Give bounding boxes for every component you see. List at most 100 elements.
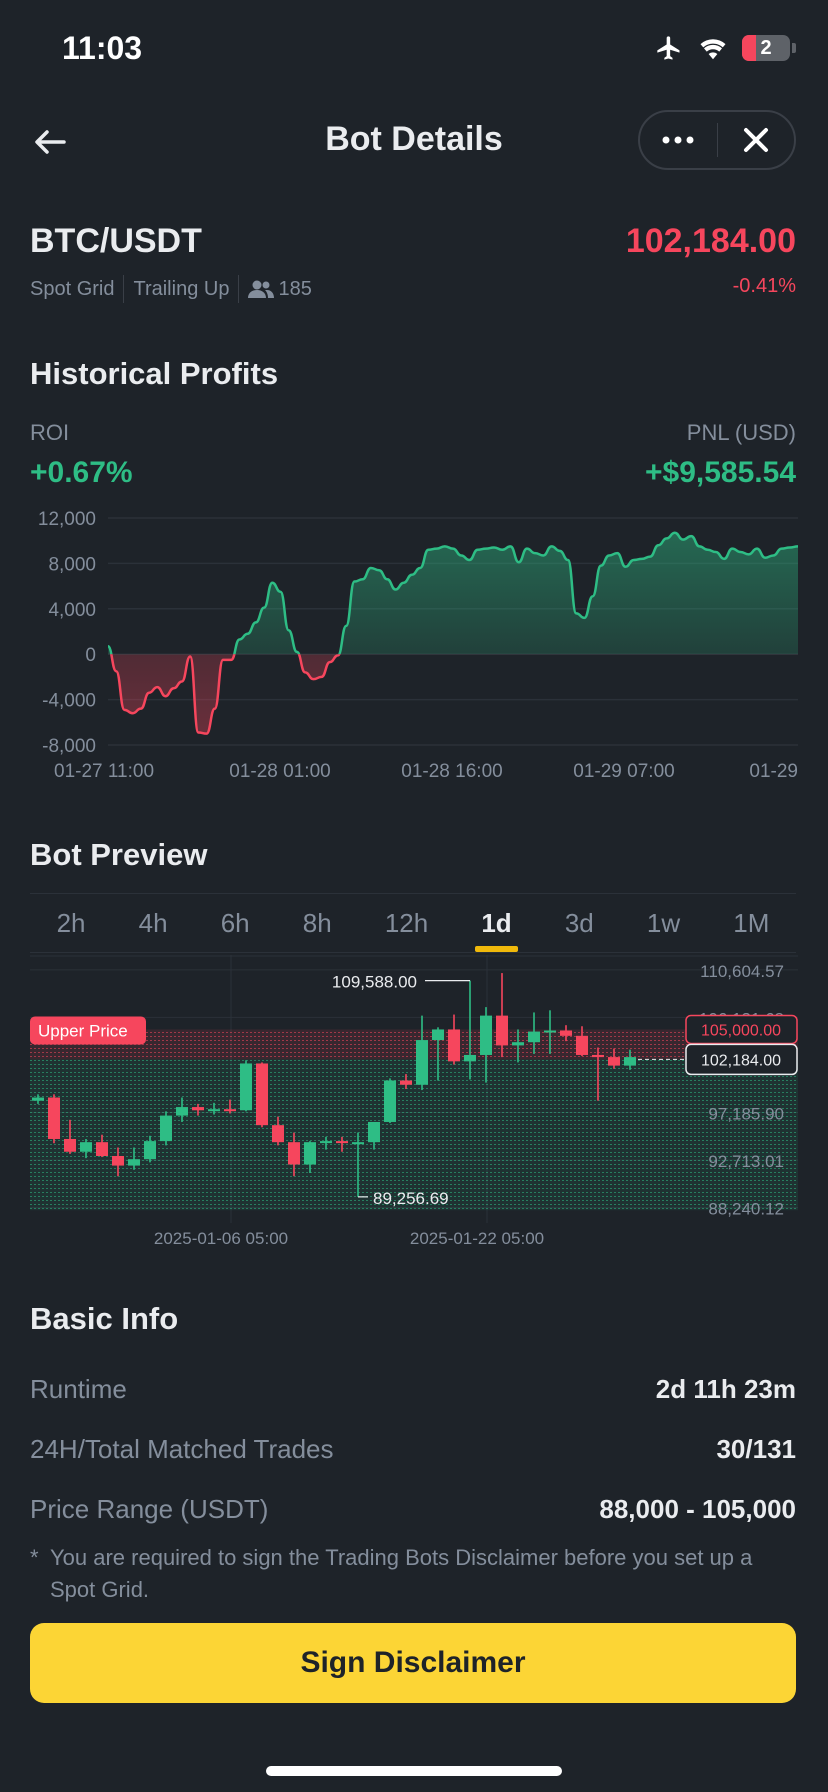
candle-body <box>176 1107 188 1116</box>
upper-price-label: Upper Price <box>38 1021 128 1040</box>
x-tick-label: 01-28 16:00 <box>401 761 502 782</box>
kline-y-label: 88,240.12 <box>708 1200 784 1219</box>
kline-y-label: 92,713.01 <box>708 1152 784 1171</box>
historical-profits-title: Historical Profits <box>30 356 279 391</box>
candle-body <box>208 1109 220 1112</box>
timeframe-tabs: 2h 4h 6h 8h 12h 1d 3d 1w 1M <box>30 893 796 953</box>
candle-body <box>432 1029 444 1041</box>
candle-body <box>48 1097 60 1139</box>
low-annotation: 89,256.69 <box>373 1189 449 1208</box>
kline-x-label: 2025-01-22 05:00 <box>410 1229 544 1248</box>
candle-body <box>448 1029 460 1062</box>
candle-body <box>288 1142 300 1165</box>
trades-label: 24H/Total Matched Trades <box>30 1434 334 1464</box>
users-icon <box>248 280 275 298</box>
profit-chart[interactable]: 12,000 8,000 4,000 0 -4,000 -8,000 01-27 11:00… <box>0 505 828 795</box>
candle-body <box>128 1159 140 1166</box>
candle-body <box>32 1097 44 1101</box>
candle-body <box>80 1142 92 1152</box>
close-icon <box>743 128 768 152</box>
y-tick-label: -8,000 <box>42 736 96 757</box>
copiers-count: 185 <box>278 277 312 300</box>
runtime-row: Runtime 2d 11h 23m <box>30 1374 796 1405</box>
tab-8h[interactable]: 8h <box>297 894 338 952</box>
candle-body <box>512 1042 524 1046</box>
candle-body <box>560 1030 572 1036</box>
asterisk: * <box>30 1545 39 1570</box>
kline-y-label: 97,185.90 <box>708 1105 784 1124</box>
x-tick-label: 01-29 <box>749 761 798 782</box>
kline-x-label: 2025-01-06 05:00 <box>154 1229 288 1248</box>
candle-body <box>416 1040 428 1085</box>
candle-body <box>608 1057 620 1066</box>
candle-body <box>112 1156 124 1166</box>
candle-body <box>576 1035 588 1055</box>
last-price: 102,184.00 <box>625 222 796 260</box>
home-indicator[interactable] <box>266 1766 562 1776</box>
tab-1d[interactable]: 1d <box>475 894 519 952</box>
candle-body <box>320 1141 332 1144</box>
candle-body <box>624 1057 636 1066</box>
bot-type-tag: Spot Grid <box>30 277 115 300</box>
price-range-row: Price Range (USDT) 88,000 - 105,000 <box>30 1494 796 1525</box>
candle-body <box>64 1138 76 1152</box>
y-tick-label: 0 <box>85 645 96 666</box>
close-button[interactable] <box>718 112 795 168</box>
wifi-icon <box>700 39 726 60</box>
candle-body <box>304 1142 316 1165</box>
candle-body <box>96 1142 108 1156</box>
disclaimer-note-text: You are required to sign the Trading Bot… <box>50 1545 753 1602</box>
disclaimer-note: * You are required to sign the Trading B… <box>30 1542 788 1606</box>
sign-disclaimer-button[interactable]: Sign Disclaimer <box>30 1623 796 1703</box>
kline-y-label: 110,604.57 <box>700 962 784 981</box>
y-tick-label: 12,000 <box>38 509 96 530</box>
candle-body <box>496 1015 508 1046</box>
tab-1w[interactable]: 1w <box>641 894 686 952</box>
candle-body <box>352 1142 364 1145</box>
status-icons: 2 <box>654 34 796 62</box>
tab-1M[interactable]: 1M <box>727 894 775 952</box>
price-range-value: 88,000 - 105,000 <box>599 1494 796 1524</box>
tab-2h[interactable]: 2h <box>51 894 92 952</box>
tab-12h[interactable]: 12h <box>379 894 434 952</box>
more-button[interactable] <box>640 112 717 168</box>
candle-body <box>336 1141 348 1144</box>
pair-symbol: BTC/USDT <box>30 222 202 260</box>
tab-3d[interactable]: 3d <box>559 894 600 952</box>
price-change: -0.41% <box>732 275 796 297</box>
y-tick-label: 4,000 <box>48 600 96 621</box>
candle-body <box>400 1080 412 1085</box>
status-time: 11:03 <box>62 30 143 66</box>
kline-chart[interactable]: 109,588.0089,256.69110,604.57106,131.689… <box>0 955 828 1255</box>
tab-6h[interactable]: 6h <box>215 894 256 952</box>
candle-body <box>224 1109 236 1112</box>
candle-body <box>240 1063 252 1111</box>
high-annotation: 109,588.00 <box>332 973 417 992</box>
candle-body <box>384 1080 396 1122</box>
candle-body <box>592 1054 604 1058</box>
pnl-value: +$9,585.54 <box>645 456 796 489</box>
candle-body <box>192 1107 204 1111</box>
x-tick-label: 01-28 01:00 <box>229 761 330 782</box>
candle-body <box>272 1125 284 1143</box>
candle-body <box>528 1031 540 1043</box>
x-tick-label: 01-29 07:00 <box>573 761 674 782</box>
candle-body <box>256 1063 268 1126</box>
current-price-value: 102,184.00 <box>701 1052 781 1069</box>
y-tick-label: -4,000 <box>42 691 96 712</box>
bot-preview-title: Bot Preview <box>30 837 208 872</box>
roi-value: +0.67% <box>30 456 133 489</box>
pair-tags: Spot Grid Trailing Up 185 <box>30 275 312 303</box>
pnl-label: PNL (USD) <box>686 420 796 445</box>
roi-label: ROI <box>30 420 70 445</box>
upper-price-value: 105,000.00 <box>701 1022 781 1039</box>
candle-body <box>144 1141 156 1160</box>
runtime-label: Runtime <box>30 1374 127 1404</box>
y-tick-label: 8,000 <box>48 554 96 575</box>
candle-body <box>368 1121 380 1143</box>
candle-body <box>160 1115 172 1142</box>
capsule-menu <box>638 110 796 170</box>
price-range-label: Price Range (USDT) <box>30 1494 269 1524</box>
candle-body <box>544 1030 556 1033</box>
tab-4h[interactable]: 4h <box>133 894 174 952</box>
